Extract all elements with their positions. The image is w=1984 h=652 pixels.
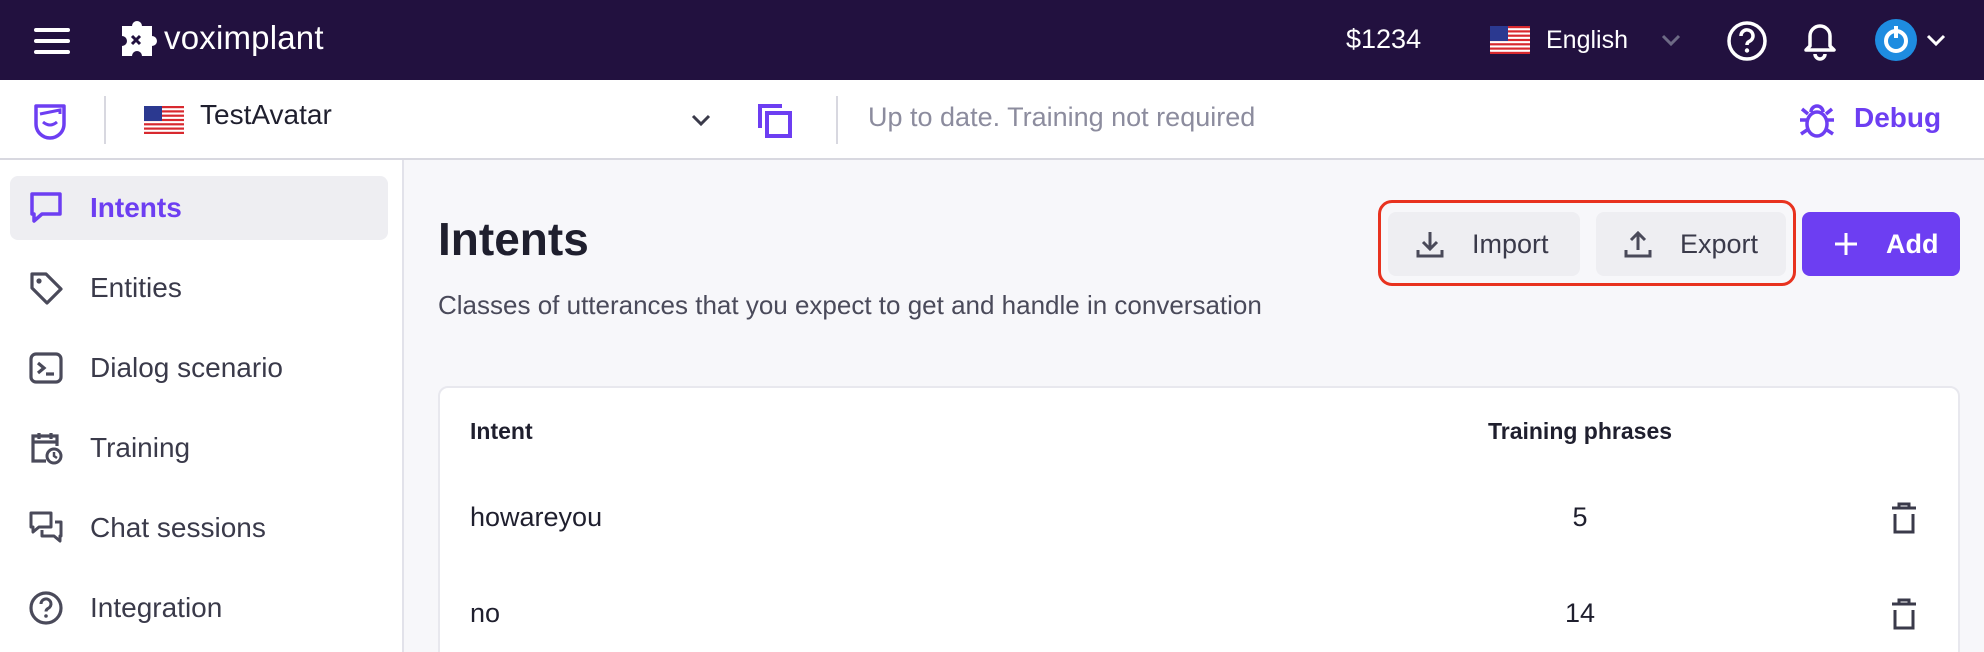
- chats-icon: [29, 511, 63, 543]
- training-phrases-count: 14: [1564, 598, 1596, 628]
- calendar-clock-icon: [31, 433, 63, 465]
- export-button[interactable]: Export: [1596, 212, 1786, 276]
- chevron-down-icon[interactable]: [1924, 30, 1948, 50]
- copy-icon[interactable]: [756, 102, 794, 140]
- us-flag-icon: [144, 106, 184, 134]
- sidebar: Intents Entities Dialog scenario Trainin…: [0, 160, 404, 652]
- intents-table: Intent Training phrases howareyou 5 no 1…: [438, 386, 1960, 652]
- sidebar-item-label: Intents: [90, 192, 182, 223]
- column-header-intent[interactable]: Intent: [470, 418, 533, 445]
- chat-bubble-icon: [30, 192, 62, 223]
- divider: [104, 96, 106, 144]
- bell-icon[interactable]: [1800, 20, 1840, 62]
- import-button[interactable]: Import: [1388, 212, 1580, 276]
- page-subtitle: Classes of utterances that you expect to…: [438, 290, 1262, 320]
- sidebar-item-label: Dialog scenario: [90, 352, 283, 383]
- intent-name[interactable]: no: [470, 598, 500, 629]
- training-status: Up to date. Training not required: [868, 102, 1256, 132]
- delete-icon[interactable]: [1888, 596, 1920, 632]
- voximplant-logo-icon: [122, 21, 157, 56]
- sidebar-item-label: Training: [90, 432, 191, 463]
- sidebar-item-entities[interactable]: Entities: [10, 256, 388, 320]
- avatar-shield-icon[interactable]: [30, 100, 70, 142]
- help-icon[interactable]: [1726, 20, 1768, 62]
- download-icon: [1416, 232, 1444, 258]
- training-phrases-count: 5: [1572, 502, 1588, 532]
- add-intent-button[interactable]: Add: [1802, 212, 1960, 276]
- table-row[interactable]: no 14: [440, 574, 1958, 652]
- logo-text[interactable]: voximplant: [164, 19, 324, 57]
- project-bar: TestAvatar Up to date. Training not requ…: [0, 80, 1984, 160]
- help-circle-icon: [29, 591, 63, 625]
- plus-icon: [1835, 233, 1857, 255]
- add-label: Add: [1886, 229, 1939, 259]
- column-header-training-phrases[interactable]: Training phrases: [1488, 418, 1672, 445]
- sidebar-item-training[interactable]: Training: [10, 416, 388, 480]
- sidebar-item-label: Chat sessions: [90, 512, 266, 543]
- sidebar-item-chat-sessions[interactable]: Chat sessions: [10, 496, 388, 560]
- chevron-down-icon[interactable]: [688, 110, 714, 130]
- project-selector[interactable]: TestAvatar: [200, 99, 332, 131]
- upload-icon: [1624, 230, 1652, 258]
- account-balance[interactable]: $1234: [1346, 24, 1421, 55]
- top-bar: voximplant $1234 English: [0, 0, 1984, 80]
- divider: [836, 96, 838, 144]
- user-avatar-icon[interactable]: [1874, 18, 1918, 62]
- us-flag-icon: [1490, 26, 1530, 54]
- sidebar-item-dialog-scenario[interactable]: Dialog scenario: [10, 336, 388, 400]
- table-row[interactable]: howareyou 5: [440, 478, 1958, 568]
- sidebar-item-label: Entities: [90, 272, 182, 303]
- tag-icon: [30, 272, 63, 305]
- export-label: Export: [1680, 229, 1759, 259]
- bug-icon[interactable]: [1798, 100, 1836, 140]
- terminal-icon: [29, 352, 63, 384]
- menu-icon[interactable]: [34, 28, 72, 54]
- page-title: Intents: [438, 213, 589, 265]
- debug-button[interactable]: Debug: [1854, 102, 1941, 134]
- language-label[interactable]: English: [1546, 26, 1628, 55]
- sidebar-item-label: Integration: [90, 592, 223, 623]
- import-label: Import: [1472, 229, 1549, 259]
- delete-icon[interactable]: [1888, 500, 1920, 536]
- intent-name[interactable]: howareyou: [470, 502, 602, 533]
- sidebar-item-intents[interactable]: Intents: [10, 176, 388, 240]
- sidebar-item-integration[interactable]: Integration: [10, 576, 388, 640]
- chevron-down-icon[interactable]: [1658, 30, 1684, 50]
